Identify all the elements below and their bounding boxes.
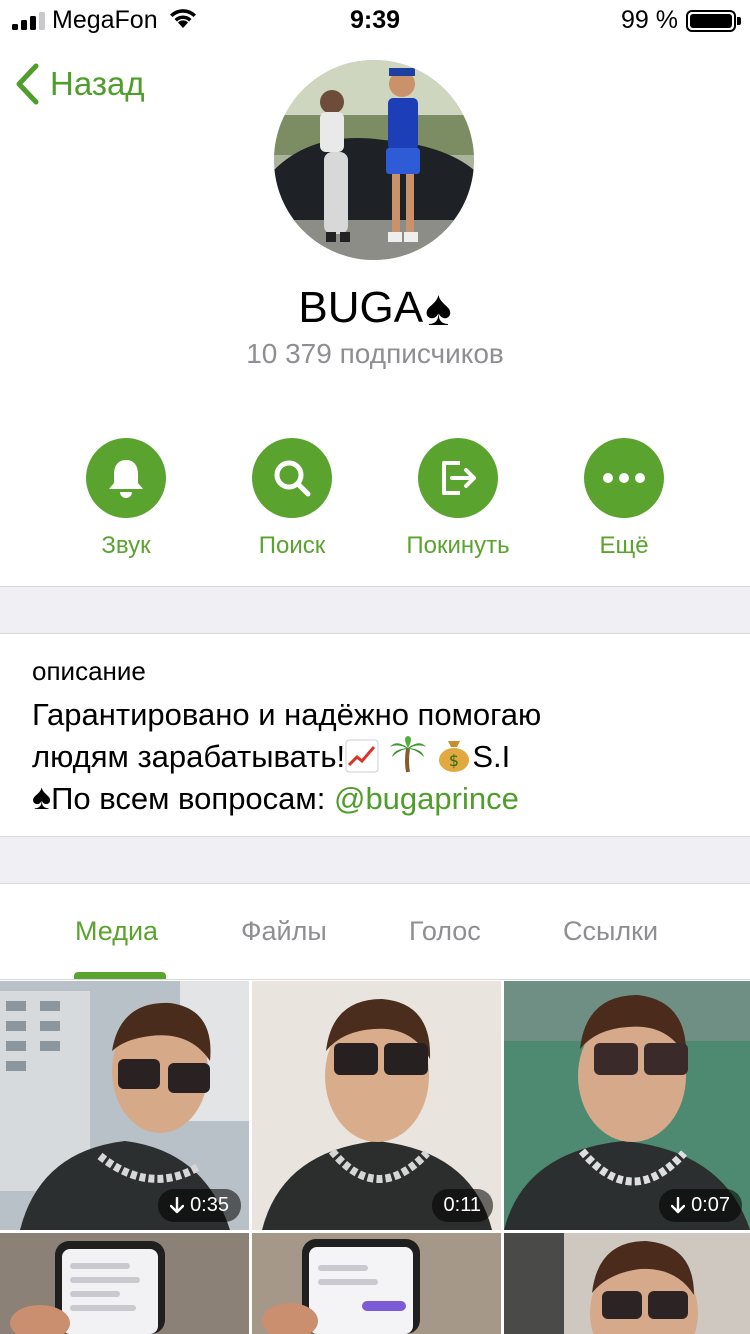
search-label: Поиск	[258, 532, 326, 559]
section-separator	[0, 586, 750, 634]
video-duration: 0:11	[443, 1194, 481, 1216]
media-tile[interactable]	[0, 1233, 249, 1334]
description-label: описание	[32, 656, 146, 686]
chart-increasing-icon	[345, 739, 379, 773]
spade-icon: ♠	[425, 280, 452, 336]
svg-text:$: $	[449, 751, 459, 770]
more-button-circle	[584, 438, 664, 518]
sound-button-circle	[86, 438, 166, 518]
subscriber-count: 10 379 подписчиков	[246, 338, 504, 369]
channel-name: BUGA ♠	[0, 283, 750, 333]
video-thumbnail	[0, 1233, 249, 1334]
more-label: Ещё	[599, 532, 649, 559]
video-duration-badge: 0:35	[158, 1189, 241, 1222]
sound-label: Звук	[101, 532, 151, 559]
download-icon	[671, 1196, 686, 1213]
media-tabs: Медиа Файлы Голос Ссылки	[0, 884, 750, 980]
spade-inline-icon: ♠	[32, 776, 52, 817]
more-button[interactable]: Ещё	[539, 438, 709, 560]
money-bag-icon: $	[439, 741, 470, 772]
description-line-3-text: По всем вопросам:	[51, 781, 334, 816]
more-icon	[603, 473, 645, 483]
media-tile[interactable]	[252, 1233, 501, 1334]
bell-icon	[109, 460, 143, 498]
leave-icon	[442, 461, 476, 495]
media-tile[interactable]: 0:11	[252, 981, 501, 1230]
avatar-photo	[274, 60, 474, 260]
battery-percent: 99 %	[621, 6, 678, 34]
tab-files[interactable]: Файлы	[241, 916, 327, 947]
palm-tree-icon	[389, 736, 426, 773]
description-line-2: людям зарабатывать! $ S.I	[32, 735, 732, 777]
description-line-2-suffix: S.I	[472, 739, 511, 774]
back-label: Назад	[50, 65, 145, 102]
status-bar: MegaFon 9:39 99 %	[0, 0, 750, 40]
description-line-2-text: людям зарабатывать!	[32, 739, 346, 774]
tab-media[interactable]: Медиа	[75, 916, 158, 947]
chevron-left-icon	[16, 63, 39, 105]
video-duration: 0:07	[691, 1194, 730, 1216]
description-line-3: ♠По всем вопросам: @bugaprince	[32, 777, 732, 819]
video-thumbnail	[252, 1233, 501, 1334]
back-button[interactable]: Назад	[14, 62, 145, 106]
leave-button-circle	[418, 438, 498, 518]
search-button-circle	[252, 438, 332, 518]
download-icon	[170, 1196, 185, 1213]
media-grid: 0:35 0:11 0:07	[0, 981, 750, 1334]
video-thumbnail	[504, 1233, 750, 1334]
search-icon	[274, 460, 311, 497]
channel-name-text: BUGA	[298, 283, 424, 332]
search-button[interactable]: Поиск	[207, 438, 377, 560]
leave-label: Покинуть	[406, 532, 510, 559]
sound-button[interactable]: Звук	[41, 438, 211, 560]
media-tile[interactable]: 0:35	[0, 981, 249, 1230]
tab-voice[interactable]: Голос	[409, 916, 481, 947]
video-duration-badge: 0:07	[659, 1189, 742, 1222]
leave-button[interactable]: Покинуть	[373, 438, 543, 560]
battery-icon	[686, 10, 741, 32]
media-tile[interactable]: 0:07	[504, 981, 750, 1230]
video-duration-badge: 0:11	[431, 1189, 493, 1222]
description-text: Гарантировано и надёжно помогаю людям за…	[32, 695, 732, 819]
action-bar: Звук Поиск Покинуть Ещё	[0, 438, 750, 568]
channel-avatar[interactable]	[274, 60, 474, 260]
username-link[interactable]: @bugaprince	[334, 781, 519, 816]
active-tab-indicator	[74, 972, 166, 979]
section-separator	[0, 836, 750, 884]
tab-links[interactable]: Ссылки	[563, 916, 658, 947]
media-tile[interactable]	[504, 1233, 750, 1334]
video-duration: 0:35	[190, 1194, 229, 1216]
description-line-1: Гарантировано и надёжно помогаю	[32, 697, 542, 732]
description-section: описание Гарантировано и надёжно помогаю…	[32, 656, 732, 819]
